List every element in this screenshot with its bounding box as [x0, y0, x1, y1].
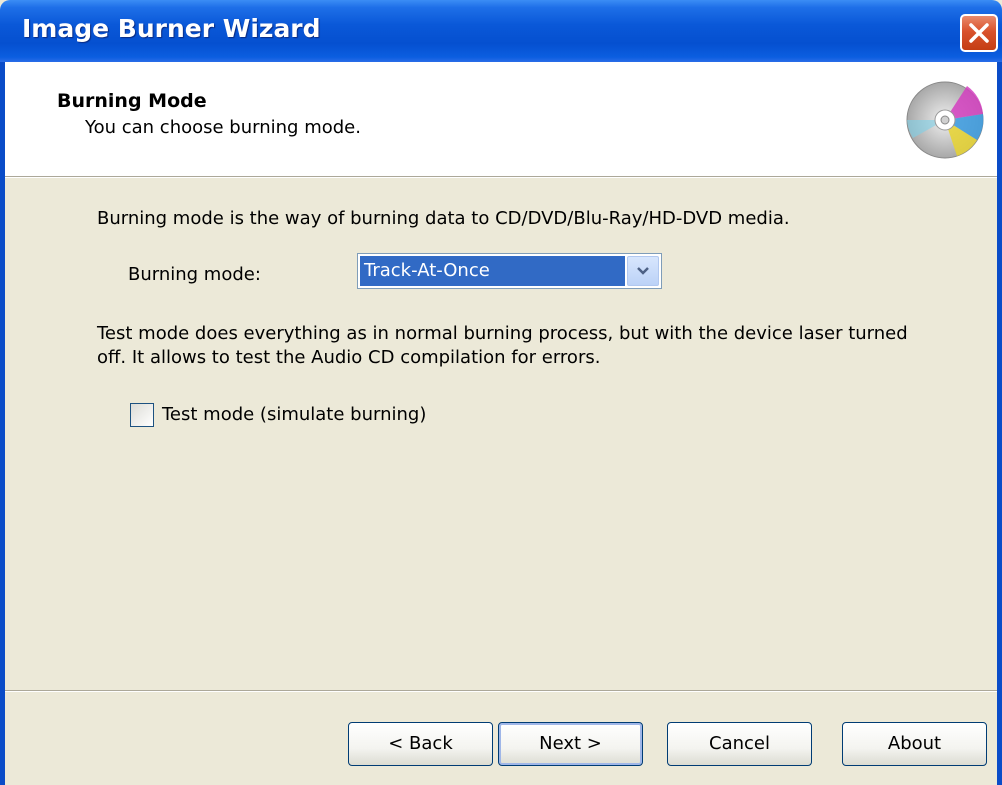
test-mode-checkbox[interactable] — [130, 403, 154, 427]
wizard-header: Burning Mode You can choose burning mode… — [5, 62, 997, 176]
title-bar: Image Burner Wizard — [0, 0, 1002, 62]
page-subtitle: You can choose burning mode. — [85, 117, 361, 138]
close-button[interactable] — [960, 14, 998, 52]
burning-mode-label: Burning mode: — [128, 264, 261, 285]
burning-mode-description: Burning mode is the way of burning data … — [97, 208, 790, 229]
cd-disc-icon — [906, 81, 984, 159]
next-button[interactable]: Next > — [498, 722, 643, 766]
burning-mode-selected-value: Track-At-Once — [360, 256, 625, 286]
chevron-down-icon — [637, 267, 649, 275]
dropdown-button[interactable] — [627, 256, 659, 286]
about-button[interactable]: About — [842, 722, 987, 766]
close-icon — [969, 23, 989, 43]
back-button[interactable]: < Back — [348, 722, 493, 766]
cancel-button[interactable]: Cancel — [667, 722, 812, 766]
footer-separator — [5, 690, 997, 692]
test-mode-label[interactable]: Test mode (simulate burning) — [162, 404, 426, 425]
window-frame-right — [997, 62, 1002, 785]
burning-mode-select[interactable]: Track-At-Once — [357, 253, 662, 289]
wizard-window: Image Burner Wizard Burning Mode You can… — [0, 0, 1002, 785]
test-mode-description: Test mode does everything as in normal b… — [97, 323, 908, 368]
page-title: Burning Mode — [57, 90, 207, 112]
window-title: Image Burner Wizard — [22, 14, 321, 43]
header-separator — [5, 176, 997, 178]
